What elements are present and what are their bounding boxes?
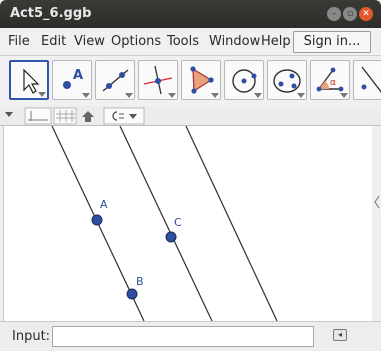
ellipse-tool-button[interactable] xyxy=(267,60,307,100)
menu-file[interactable]: File xyxy=(8,34,30,49)
reflect-tool-button[interactable] xyxy=(353,60,381,100)
side-panel-handle[interactable] xyxy=(372,126,381,321)
chevron-down-icon xyxy=(82,93,90,98)
minimize-icon[interactable]: – xyxy=(327,7,341,21)
circle-tool-button[interactable] xyxy=(224,60,264,100)
input-field[interactable] xyxy=(52,326,314,347)
graphics-canvas[interactable]: A B C xyxy=(4,125,373,322)
menu-tools[interactable]: Tools xyxy=(167,34,199,49)
point-c[interactable] xyxy=(165,231,177,243)
keyboard-toggle-icon[interactable]: ◂ xyxy=(333,329,347,341)
point-a[interactable] xyxy=(91,214,103,226)
graphics-view[interactable]: A B C xyxy=(3,125,373,322)
maximize-icon[interactable]: ▫ xyxy=(343,7,357,21)
third-line[interactable] xyxy=(185,125,278,322)
angle-tool-icon: α xyxy=(316,67,344,92)
menu-window[interactable]: Window xyxy=(209,34,260,49)
ellipse-tool-icon xyxy=(273,69,301,93)
toggle-style-bar-icon[interactable] xyxy=(5,112,13,117)
input-label: Input: xyxy=(12,329,51,344)
point-capture-icon[interactable] xyxy=(103,107,145,125)
chevron-left-icon[interactable] xyxy=(374,195,380,209)
style-bar-icons xyxy=(5,107,145,125)
chevron-down-icon xyxy=(297,93,305,98)
circle-tool-icon xyxy=(232,69,257,93)
axes-toggle-icon[interactable] xyxy=(24,107,52,125)
chevron-down-icon xyxy=(168,93,176,98)
point-b[interactable] xyxy=(126,288,138,300)
menu-help[interactable]: Help xyxy=(261,34,291,49)
polygon-tool-icon xyxy=(190,66,214,94)
chevron-down-icon xyxy=(340,93,348,98)
polygon-tool-button[interactable] xyxy=(181,60,221,100)
angle-tool-button[interactable]: α xyxy=(310,60,350,100)
style-bar xyxy=(0,106,381,126)
point-tool-icon: A xyxy=(63,68,83,89)
perpendicular-line-tool-button[interactable] xyxy=(138,60,178,100)
menu-options[interactable]: Options xyxy=(111,34,161,49)
line-tool-button[interactable] xyxy=(95,60,135,100)
point-c-label: C xyxy=(174,216,182,229)
chevron-down-icon xyxy=(38,92,46,97)
perpendicular-line-tool-icon xyxy=(143,65,173,95)
menu-view[interactable]: View xyxy=(74,34,105,49)
chevron-down-icon xyxy=(125,93,133,98)
grid-toggle-icon[interactable] xyxy=(53,107,77,125)
chevron-down-icon xyxy=(211,93,219,98)
point-b-label: B xyxy=(136,275,144,288)
svg-text:α: α xyxy=(330,78,336,88)
move-tool-button[interactable] xyxy=(9,60,49,100)
point-a-label: A xyxy=(100,198,108,211)
sign-in-button[interactable]: Sign in... xyxy=(293,31,371,53)
point-tool-button[interactable]: A xyxy=(52,60,92,100)
input-bar: Input: ◂ xyxy=(0,321,381,351)
menu-bar: File Edit View Options Tools Window Help… xyxy=(0,28,381,56)
menu-edit[interactable]: Edit xyxy=(41,34,66,49)
close-icon[interactable]: ✕ xyxy=(359,7,373,21)
svg-text:A: A xyxy=(73,68,83,83)
title-bar: Act5_6.ggb – ▫ ✕ xyxy=(0,0,381,28)
home-icon[interactable] xyxy=(82,111,94,122)
window-title: Act5_6.ggb xyxy=(10,6,92,21)
reflect-tool-icon xyxy=(361,66,381,93)
line-tool-icon xyxy=(102,69,129,92)
toolbar: A α xyxy=(0,56,381,104)
chevron-down-icon xyxy=(254,93,262,98)
